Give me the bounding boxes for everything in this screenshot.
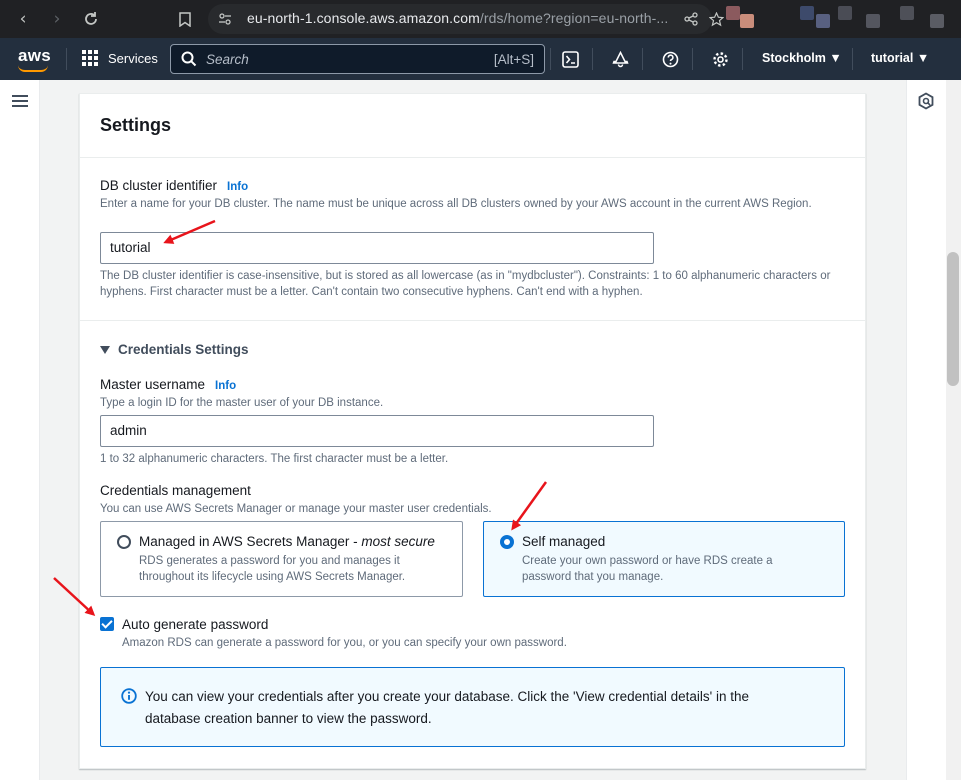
header-divider [852,48,853,70]
extension-icon[interactable] [866,14,880,28]
page-title: Settings [100,115,171,136]
url-text: eu-north-1.console.aws.amazon.com/rds/ho… [247,10,668,26]
extension-icon[interactable] [900,6,914,20]
extension-icon[interactable] [930,14,944,28]
console-search-input[interactable]: Search [Alt+S] [170,44,545,74]
header-divider [642,48,643,70]
credentials-settings-title: Credentials Settings [118,342,249,357]
self-managed-option-tile[interactable]: Self managed Create your own password or… [483,521,845,597]
alert-message: You can view your credentials after you … [145,686,805,730]
search-shortcut: [Alt+S] [494,52,534,67]
credentials-management-description: You can use AWS Secrets Manager or manag… [100,501,800,517]
extension-icon[interactable] [816,14,830,28]
services-menu-button[interactable]: Services [82,50,158,66]
radio-secrets-manager[interactable] [117,535,131,549]
notifications-bell-icon[interactable] [611,50,629,68]
forward-icon[interactable]: › [46,8,68,30]
back-icon[interactable]: ‹ [12,8,34,30]
settings-gear-icon[interactable] [711,50,729,68]
info-link[interactable]: Info [227,181,248,193]
master-username-constraints: 1 to 32 alphanumeric characters. The fir… [100,451,800,467]
divider [80,320,865,321]
account-menu[interactable]: tutorial ▼ [871,51,929,65]
services-label: Services [108,51,158,66]
hamburger-menu-icon[interactable] [12,95,28,107]
cluster-identifier-input[interactable]: tutorial [100,232,654,264]
info-link[interactable]: Info [215,380,236,392]
cluster-identifier-label-text: DB cluster identifier [100,178,217,193]
header-divider [66,48,67,70]
secrets-manager-option-description: RDS generates a password for you and man… [139,553,439,585]
credentials-settings-toggle[interactable]: Credentials Settings [100,342,249,357]
self-managed-option-description: Create your own password or have RDS cre… [522,553,812,585]
cluster-identifier-description: Enter a name for your DB cluster. The na… [100,196,830,212]
credentials-management-label: Credentials management [100,483,251,498]
help-icon[interactable] [661,50,679,68]
info-circle-icon [121,688,137,704]
browser-toolbar: ‹ › eu-north-1.console.aws.amazon.com/rd… [0,0,961,38]
search-icon [181,51,197,67]
credentials-info-alert: You can view your credentials after you … [100,667,845,747]
secrets-manager-option-tile[interactable]: Managed in AWS Secrets Manager - most se… [100,521,463,597]
star-icon[interactable] [705,8,727,30]
caret-down-icon [100,346,110,354]
url-path: /rds/home?region=eu-north-... [480,10,669,26]
header-divider [550,48,551,70]
site-settings-icon[interactable] [214,8,236,30]
auto-generate-password-label[interactable]: Auto generate password [122,617,268,632]
cluster-identifier-label: DB cluster identifier Info [100,178,248,193]
radio-self-managed[interactable] [500,535,514,549]
self-managed-option-title: Self managed [522,534,605,549]
search-placeholder: Search [206,52,249,67]
master-username-label-text: Master username [100,377,205,392]
auto-generate-password-description: Amazon RDS can generate a password for y… [122,635,822,651]
extension-icon[interactable] [740,14,754,28]
most-secure-emphasis: most secure [361,534,435,549]
aws-logo[interactable]: aws [18,46,51,66]
scrollbar-thumb[interactable] [947,252,959,386]
divider [80,157,865,158]
master-username-label: Master username Info [100,377,236,392]
page-scrollbar[interactable] [946,80,961,780]
extension-icon[interactable] [726,6,740,20]
header-divider [592,48,593,70]
right-tools-rail [906,80,946,780]
aws-console-header: aws Services Search [Alt+S] Stockholm ▼ … [0,38,961,80]
reload-icon[interactable] [80,8,102,30]
share-icon[interactable] [680,8,702,30]
cluster-identifier-constraints: The DB cluster identifier is case-insens… [100,268,840,300]
header-divider [742,48,743,70]
feedback-hexagon-icon[interactable] [917,92,935,110]
bookmark-icon[interactable] [174,8,196,30]
secrets-manager-option-title: Managed in AWS Secrets Manager - most se… [139,534,435,549]
header-divider [692,48,693,70]
cloudshell-icon[interactable] [561,50,579,68]
master-username-input[interactable]: admin [100,415,654,447]
url-host: eu-north-1.console.aws.amazon.com [247,10,480,26]
aws-logo-smile-icon [18,65,48,72]
profile-avatar-icon[interactable] [800,6,814,20]
services-grid-icon [82,50,98,66]
master-username-description: Type a login ID for the master user of y… [100,395,800,411]
left-navigation-rail [0,80,40,780]
auto-generate-password-checkbox[interactable] [100,617,114,631]
region-selector[interactable]: Stockholm ▼ [762,51,842,65]
secrets-manager-title-text: Managed in AWS Secrets Manager - [139,534,361,549]
extension-icon[interactable] [838,6,852,20]
